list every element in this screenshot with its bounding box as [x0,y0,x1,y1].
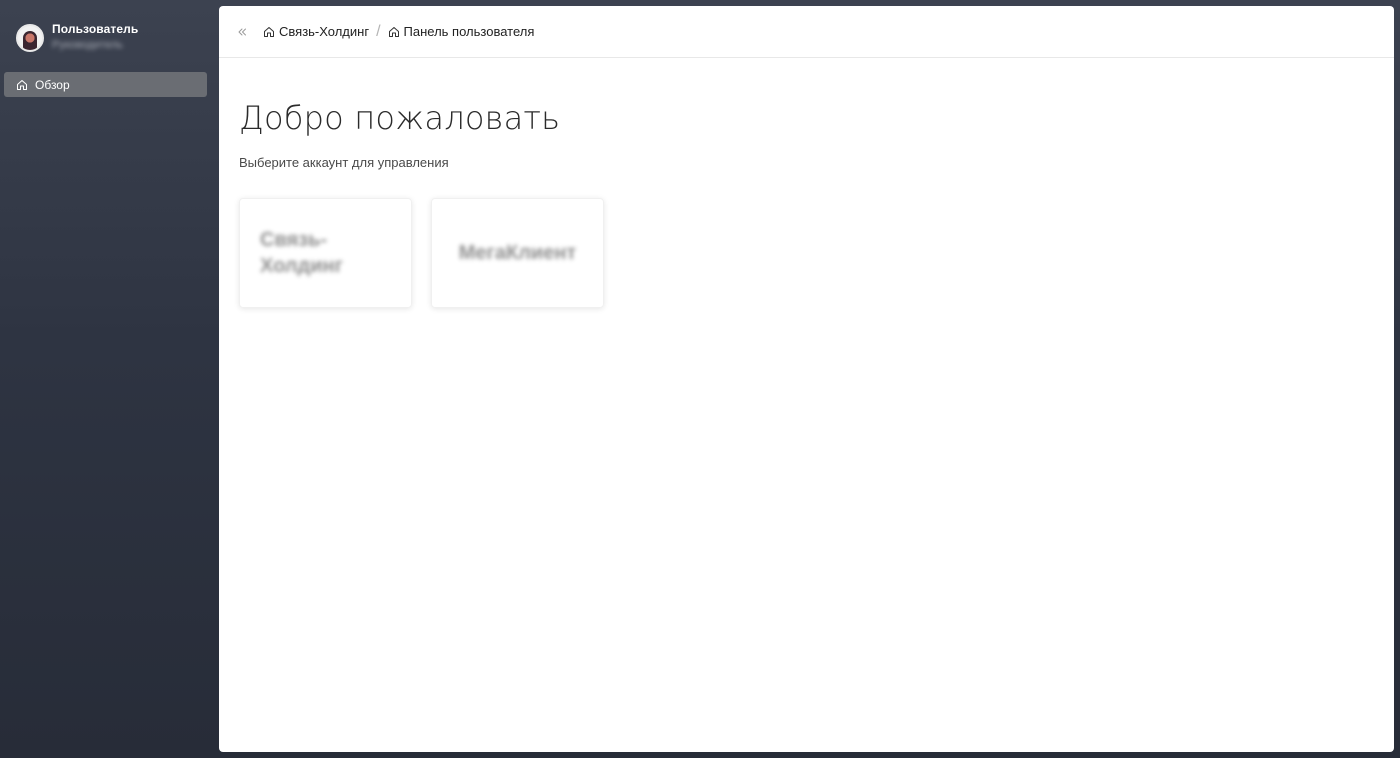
home-icon [264,26,274,37]
account-card[interactable]: МегаКлиент [431,198,604,308]
user-name: Пользователь [52,22,139,36]
avatar[interactable] [16,24,44,52]
sidebar: Пользователь Руководитель Обзор [0,0,214,758]
sidebar-item-label: Обзор [35,77,70,92]
double-chevron-left-icon [238,28,246,35]
breadcrumb-separator: / [376,22,381,40]
main-panel: Связь-Холдинг / Панель пользователя Добр… [219,6,1394,752]
user-profile[interactable]: Пользователь Руководитель [16,22,138,52]
collapse-sidebar-button[interactable] [235,25,249,39]
breadcrumb-item[interactable]: Панель пользователя [388,24,535,39]
content: Добро пожаловать Выберите аккаунт для уп… [219,58,1394,308]
home-icon [388,26,399,37]
user-role: Руководитель [52,39,123,51]
account-card-label: Связь-Холдинг [260,229,343,277]
sidebar-item-overview[interactable]: Обзор [4,72,207,97]
avatar-image [23,31,37,50]
account-cards: Связь-Холдинг МегаКлиент [239,198,1394,308]
page-title: Добро пожаловать [239,99,561,137]
account-card-label: МегаКлиент [458,242,577,264]
breadcrumb-label: Панель пользователя [403,24,535,39]
home-icon [17,79,27,90]
page-subtitle: Выберите аккаунт для управления [239,155,449,170]
topbar: Связь-Холдинг / Панель пользователя [219,6,1394,58]
account-card[interactable]: Связь-Холдинг [239,198,412,308]
breadcrumb-item[interactable]: Связь-Холдинг [263,24,369,39]
breadcrumb-label: Связь-Холдинг [279,24,370,39]
user-info: Пользователь Руководитель [52,22,138,52]
